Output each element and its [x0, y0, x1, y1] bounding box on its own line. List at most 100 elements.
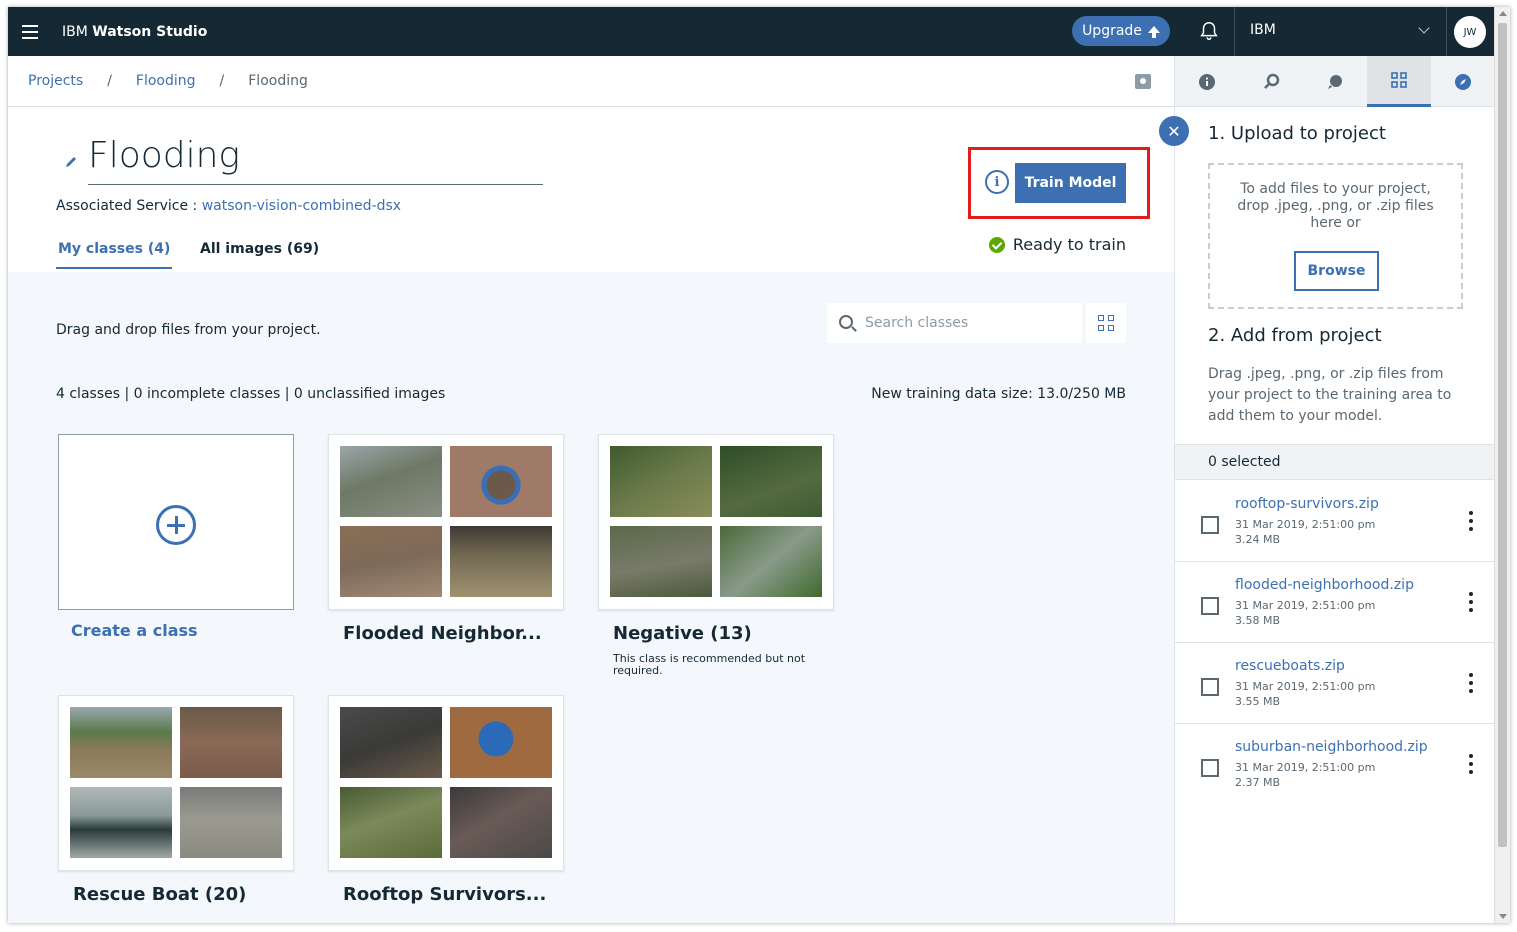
thumbnail-image: [610, 446, 712, 517]
file-name[interactable]: rooftop-survivors.zip: [1235, 496, 1379, 512]
breadcrumb-separator: /: [219, 73, 225, 89]
overflow-menu-icon[interactable]: [1469, 673, 1473, 693]
file-name[interactable]: rescueboats.zip: [1235, 658, 1345, 674]
browse-button[interactable]: Browse: [1294, 251, 1379, 291]
file-date: 31 Mar 2019, 2:51:00 pm: [1235, 761, 1376, 774]
class-label[interactable]: Negative (13): [613, 623, 752, 644]
class-card-flooded[interactable]: [328, 434, 564, 610]
thumbnail-image: [180, 707, 282, 778]
camera-icon[interactable]: [1135, 74, 1151, 89]
hamburger-menu-icon[interactable]: [8, 7, 52, 56]
tab-settings[interactable]: [1239, 56, 1303, 107]
overflow-menu-icon[interactable]: [1469, 754, 1473, 774]
file-checkbox[interactable]: [1201, 759, 1219, 777]
wrench-icon: [1264, 73, 1280, 89]
add-circle-icon[interactable]: [156, 505, 196, 545]
compare-icon: [1328, 74, 1342, 89]
class-card-rooftop[interactable]: [328, 695, 564, 871]
create-class-link[interactable]: Create a class: [71, 621, 198, 640]
file-checkbox[interactable]: [1201, 678, 1219, 696]
divider: [1446, 7, 1447, 56]
pencil-icon[interactable]: [64, 155, 78, 169]
bell-icon[interactable]: [1198, 20, 1220, 42]
drag-drop-hint: Drag and drop files from your project.: [56, 322, 321, 338]
file-size: 2.37 MB: [1235, 776, 1281, 789]
thumbnail-image: [450, 446, 552, 517]
class-label[interactable]: Flooded Neighbor...: [343, 623, 542, 644]
selection-count: 0 selected: [1175, 444, 1495, 480]
app-window: IBM Watson Studio Upgrade IBM JW Project…: [8, 7, 1510, 923]
upload-heading: 1. Upload to project: [1208, 123, 1386, 144]
breadcrumb-separator: /: [107, 73, 112, 89]
side-panel: ✕ 1. Upload to project To add files to y…: [1159, 56, 1495, 923]
file-list-item[interactable]: suburban-neighborhood.zip 31 Mar 2019, 2…: [1175, 724, 1495, 805]
create-class-card[interactable]: [58, 434, 294, 610]
thumbnail-image: [70, 707, 172, 778]
model-header: Flooding Associated Service : watson-vis…: [8, 107, 1174, 272]
thumbnail-image: [340, 526, 442, 597]
title-underline: [88, 184, 543, 185]
thumbnail-image: [720, 526, 822, 597]
tab-compare[interactable]: [1303, 56, 1367, 107]
page-title[interactable]: Flooding: [88, 135, 240, 176]
compass-icon: [1455, 73, 1471, 90]
close-icon[interactable]: ✕: [1159, 116, 1189, 146]
train-model-button[interactable]: Train Model: [1015, 163, 1126, 203]
class-label[interactable]: Rooftop Survivors...: [343, 884, 546, 905]
chevron-down-icon[interactable]: [1418, 22, 1430, 34]
thumbnail-image: [340, 707, 442, 778]
file-size: 3.58 MB: [1235, 614, 1281, 627]
scrollbar-thumb[interactable]: [1498, 23, 1507, 847]
class-label[interactable]: Rescue Boat (20): [73, 884, 246, 905]
brand[interactable]: IBM Watson Studio: [62, 24, 207, 40]
checkmark-icon: [988, 236, 1005, 253]
upload-dropzone[interactable]: To add files to your project, drop .jpeg…: [1208, 163, 1463, 309]
scroll-down-icon[interactable]: [1499, 914, 1507, 919]
breadcrumb-projects[interactable]: Projects: [28, 73, 83, 89]
grid-view-toggle[interactable]: [1086, 303, 1126, 343]
thumbnail-image: [70, 787, 172, 858]
thumbnail-image: [450, 787, 552, 858]
file-checkbox[interactable]: [1201, 516, 1219, 534]
tab-all-images[interactable]: All images (69): [200, 241, 319, 267]
breadcrumb-flooding-project[interactable]: Flooding: [136, 73, 196, 89]
info-icon[interactable]: i: [985, 170, 1009, 194]
tab-data[interactable]: [1367, 56, 1431, 107]
associated-service-link[interactable]: watson-vision-combined-dsx: [202, 198, 401, 214]
class-card-negative[interactable]: [598, 434, 834, 610]
file-list-item[interactable]: flooded-neighborhood.zip 31 Mar 2019, 2:…: [1175, 562, 1495, 643]
class-card-rescue-boat[interactable]: [58, 695, 294, 871]
file-list-item[interactable]: rescueboats.zip 31 Mar 2019, 2:51:00 pm …: [1175, 643, 1495, 724]
file-name[interactable]: flooded-neighborhood.zip: [1235, 577, 1414, 593]
tab-explore[interactable]: [1431, 56, 1495, 107]
file-name[interactable]: suburban-neighborhood.zip: [1235, 739, 1428, 755]
scroll-up-icon[interactable]: [1499, 11, 1507, 16]
search-icon: [839, 315, 853, 329]
file-list-item[interactable]: rooftop-survivors.zip 31 Mar 2019, 2:51:…: [1175, 481, 1495, 562]
file-size: 3.24 MB: [1235, 533, 1281, 546]
upgrade-label: Upgrade: [1082, 23, 1142, 39]
thumbnail-image: [450, 526, 552, 597]
associated-service-label: Associated Service :: [56, 198, 198, 214]
upgrade-button[interactable]: Upgrade: [1072, 16, 1170, 46]
breadcrumb: Projects / Flooding / Flooding: [8, 56, 1174, 107]
associated-service: Associated Service : watson-vision-combi…: [56, 198, 401, 214]
tab-info[interactable]: [1175, 56, 1239, 107]
overflow-menu-icon[interactable]: [1469, 511, 1473, 531]
search-input[interactable]: Search classes: [827, 303, 1082, 343]
scrollbar[interactable]: [1494, 7, 1510, 923]
arrow-up-icon: [1147, 25, 1160, 38]
data-icon: [1391, 72, 1407, 88]
training-data-size: New training data size: 13.0/250 MB: [871, 386, 1126, 402]
account-switcher[interactable]: IBM: [1250, 22, 1276, 38]
thumbnail-image: [720, 446, 822, 517]
divider: [1234, 7, 1235, 56]
file-size: 3.55 MB: [1235, 695, 1281, 708]
top-nav-bar: IBM Watson Studio Upgrade IBM JW: [8, 7, 1494, 56]
overflow-menu-icon[interactable]: [1469, 592, 1473, 612]
avatar[interactable]: JW: [1454, 16, 1486, 48]
file-checkbox[interactable]: [1201, 597, 1219, 615]
tab-my-classes[interactable]: My classes (4): [56, 241, 173, 269]
training-area[interactable]: Drag and drop files from your project. S…: [8, 272, 1174, 923]
dropzone-text: To add files to your project, drop .jpeg…: [1237, 181, 1434, 231]
